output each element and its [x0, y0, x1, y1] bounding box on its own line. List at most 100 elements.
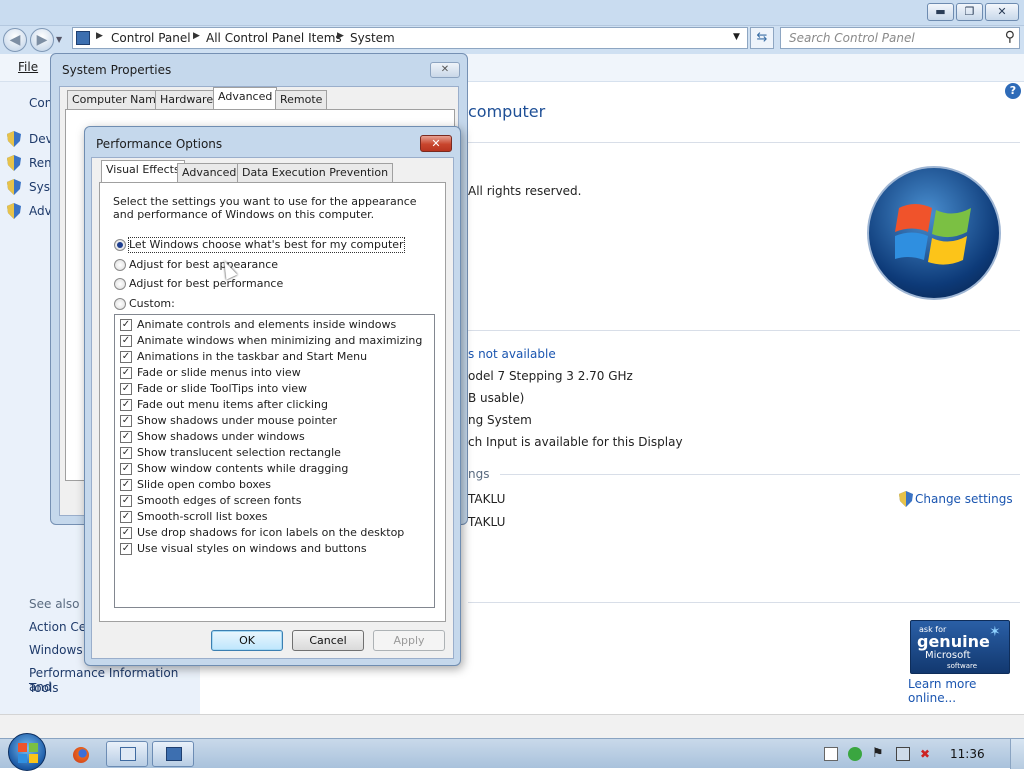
tray-notes-icon[interactable]: [824, 747, 838, 761]
uac-shield-icon: [7, 131, 21, 147]
radio-label: Custom:: [129, 297, 175, 310]
maximize-button[interactable]: ❐: [956, 3, 983, 21]
uac-shield-icon: [7, 155, 21, 171]
radio-button[interactable]: [114, 239, 126, 251]
effect-label: Animate windows when minimizing and maxi…: [137, 334, 423, 347]
breadcrumb-system[interactable]: System: [350, 31, 395, 45]
radio-button[interactable]: [114, 278, 126, 290]
tray-security-icon[interactable]: [848, 747, 862, 761]
show-desktop-button[interactable]: [1010, 739, 1024, 769]
status-strip: [0, 714, 1024, 738]
effect-label: Slide open combo boxes: [137, 478, 272, 491]
windows-logo-icon: [867, 166, 1001, 300]
visual-effects-list[interactable]: ✓ Animate controls and elements inside wi…: [114, 314, 435, 608]
breadcrumb-control-panel[interactable]: Control Panel: [111, 31, 191, 45]
cancel-button[interactable]: Cancel: [292, 630, 364, 651]
task-remote-settings[interactable]: Rem: [7, 155, 56, 174]
change-settings-label: Change settings: [915, 492, 1013, 506]
effect-label: Show shadows under mouse pointer: [137, 414, 338, 427]
star-icon: ✶: [989, 624, 1001, 640]
address-bar[interactable]: ▶ Control Panel ▶ All Control Panel Item…: [72, 27, 748, 49]
learn-more-online-link[interactable]: Learn more online...: [908, 677, 1024, 705]
effect-label: Fade or slide ToolTips into view: [137, 382, 308, 395]
help-icon[interactable]: ?: [1005, 83, 1021, 99]
firefox-icon: [73, 747, 89, 763]
close-window-button[interactable]: ✕: [985, 3, 1019, 21]
genuine-microsoft-badge[interactable]: ask for genuine Microsoft software ✶: [910, 620, 1010, 674]
start-button[interactable]: [8, 733, 46, 771]
visual-effects-panel: Select the settings you want to use for …: [99, 182, 446, 622]
checkbox[interactable]: ✓: [120, 479, 132, 491]
apply-button[interactable]: Apply: [373, 630, 445, 651]
checkbox[interactable]: ✓: [120, 351, 132, 363]
effect-label: Smooth-scroll list boxes: [137, 510, 268, 523]
search-icon[interactable]: ⚲: [1005, 29, 1015, 45]
tab-hardware[interactable]: Hardware: [155, 90, 219, 109]
refresh-icon[interactable]: ⇆: [750, 27, 774, 49]
effect-label: Fade out menu items after clicking: [137, 398, 328, 411]
uac-shield-icon: [7, 179, 21, 195]
breadcrumb-all-items[interactable]: All Control Panel Items: [206, 31, 342, 45]
dialog-title: System Properties: [62, 63, 172, 77]
minimize-button[interactable]: ▬: [927, 3, 954, 21]
tray-volume-muted-icon[interactable]: ✖: [920, 747, 934, 761]
tab-computer-name[interactable]: Computer Name: [67, 90, 168, 109]
task-advanced-settings[interactable]: Adv: [7, 203, 52, 222]
radio-button[interactable]: [114, 298, 126, 310]
taskbar-control-panel[interactable]: [152, 741, 194, 767]
checkbox[interactable]: ✓: [120, 335, 132, 347]
menu-file[interactable]: File: [18, 60, 38, 74]
effect-label: Show window contents while dragging: [137, 462, 349, 475]
tab-data-execution-prevention[interactable]: Data Execution Prevention: [237, 163, 394, 183]
checkbox[interactable]: ✓: [120, 511, 132, 523]
effect-label: Show shadows under windows: [137, 430, 305, 443]
see-also-performance-tools[interactable]: Tools: [29, 681, 59, 695]
close-button[interactable]: ✕: [430, 62, 460, 78]
radio-button[interactable]: [114, 259, 126, 271]
address-dropdown-icon[interactable]: ▼: [733, 32, 740, 42]
computer-settings-heading: ngs: [468, 467, 490, 481]
taskbar-clock[interactable]: 11:36: [950, 747, 985, 761]
checkbox[interactable]: ✓: [120, 447, 132, 459]
checkbox[interactable]: ✓: [120, 527, 132, 539]
checkbox[interactable]: ✓: [120, 399, 132, 411]
tab-visual-effects[interactable]: Visual Effects: [101, 160, 185, 184]
change-settings-link[interactable]: Change settings: [899, 491, 1013, 510]
search-input[interactable]: Search Control Panel ⚲: [780, 27, 1020, 49]
tray-network-icon[interactable]: [896, 747, 910, 761]
checkbox[interactable]: ✓: [120, 543, 132, 555]
forward-button[interactable]: ▶: [30, 28, 54, 52]
task-device-manager[interactable]: Devi: [7, 131, 56, 150]
checkbox[interactable]: ✓: [120, 415, 132, 427]
checkbox[interactable]: ✓: [120, 495, 132, 507]
system-type-value: ng System: [468, 413, 532, 427]
search-placeholder: Search Control Panel: [789, 31, 915, 45]
task-system-protection[interactable]: Syst: [7, 179, 55, 198]
tab-remote[interactable]: Remote: [275, 90, 328, 109]
uac-shield-icon: [7, 203, 21, 219]
close-button[interactable]: ✕: [420, 135, 452, 152]
processor-value: odel 7 Stepping 3 2.70 GHz: [468, 369, 633, 383]
pen-touch-value: ch Input is available for this Display: [468, 435, 683, 449]
tray-action-center-flag-icon[interactable]: ⚑: [872, 747, 886, 761]
back-button[interactable]: ◀: [3, 28, 27, 52]
recent-pages-arrow-icon[interactable]: ▼: [56, 35, 62, 44]
ok-button[interactable]: OK: [211, 630, 283, 651]
checkbox[interactable]: ✓: [120, 319, 132, 331]
radio-label: Adjust for best appearance: [129, 258, 279, 271]
tab-advanced[interactable]: Advanced: [177, 163, 242, 183]
checkbox[interactable]: ✓: [120, 383, 132, 395]
taskbar-system-properties[interactable]: [106, 741, 148, 767]
breadcrumb-separator-icon: ▶: [96, 31, 103, 41]
checkbox[interactable]: ✓: [120, 463, 132, 475]
tab-advanced[interactable]: Advanced: [213, 87, 278, 110]
rating-not-available-link[interactable]: s not available: [468, 347, 556, 361]
effect-label: Smooth edges of screen fonts: [137, 494, 302, 507]
control-panel-icon: [76, 31, 90, 45]
effect-label: Animations in the taskbar and Start Menu: [137, 350, 368, 363]
checkbox[interactable]: ✓: [120, 431, 132, 443]
taskbar-firefox[interactable]: [59, 741, 101, 767]
checkbox[interactable]: ✓: [120, 367, 132, 379]
breadcrumb-separator-icon: ▶: [337, 31, 344, 41]
visual-effects-description: Select the settings you want to use for …: [113, 195, 417, 221]
